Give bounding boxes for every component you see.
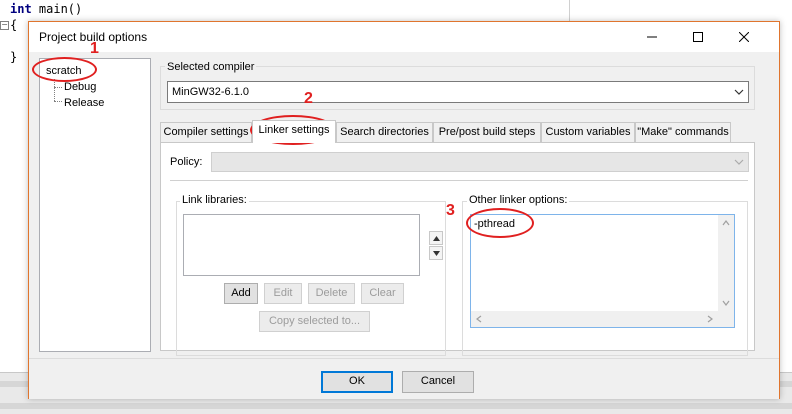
maximize-button[interactable] bbox=[675, 22, 721, 52]
tree-item-release[interactable]: Release bbox=[64, 97, 104, 109]
move-up-button[interactable] bbox=[429, 231, 443, 245]
code-text: main() bbox=[31, 2, 83, 16]
scroll-right-icon bbox=[707, 315, 713, 323]
arrow-up-icon bbox=[432, 235, 440, 241]
tab-search-directories[interactable]: Search directories bbox=[336, 122, 433, 142]
cancel-button[interactable]: Cancel bbox=[402, 371, 474, 393]
selected-compiler-label: Selected compiler bbox=[165, 61, 257, 73]
linker-settings-panel: Policy: Link libraries: Add Edit Delete … bbox=[160, 142, 755, 356]
policy-label: Policy: bbox=[170, 156, 203, 168]
clear-button[interactable]: Clear bbox=[361, 283, 404, 304]
close-button[interactable] bbox=[721, 22, 767, 52]
other-linker-options-label: Other linker options: bbox=[467, 194, 570, 206]
tree-connector bbox=[54, 79, 55, 101]
editor-margin-line bbox=[569, 0, 570, 22]
fold-icon[interactable]: − bbox=[0, 21, 9, 30]
delete-button[interactable]: Delete bbox=[308, 283, 355, 304]
compiler-select[interactable]: MinGW32-6.1.0 bbox=[167, 81, 749, 103]
ok-button[interactable]: OK bbox=[321, 371, 393, 393]
code-line-3: } bbox=[10, 50, 18, 64]
project-build-options-dialog: Project build options scratch Debug Rele… bbox=[28, 21, 780, 399]
minimize-icon bbox=[647, 36, 657, 38]
tab-custom-variables[interactable]: Custom variables bbox=[541, 122, 635, 142]
maximize-icon bbox=[693, 32, 703, 42]
separator bbox=[170, 180, 748, 181]
policy-select bbox=[211, 152, 749, 172]
code-line-1: int main() bbox=[10, 2, 82, 16]
tab-pre-post-build-steps[interactable]: Pre/post build steps bbox=[433, 122, 541, 142]
code-line-2: { bbox=[10, 18, 18, 32]
vertical-scrollbar[interactable] bbox=[718, 215, 734, 311]
scroll-up-icon bbox=[722, 220, 730, 226]
move-down-button[interactable] bbox=[429, 246, 443, 260]
tree-connector bbox=[54, 87, 62, 88]
copy-selected-button[interactable]: Copy selected to... bbox=[259, 311, 370, 332]
link-libraries-label: Link libraries: bbox=[180, 194, 249, 206]
target-tree[interactable]: scratch Debug Release bbox=[39, 58, 151, 352]
horizontal-scrollbar[interactable] bbox=[471, 311, 718, 327]
link-libraries-list[interactable] bbox=[183, 214, 420, 276]
annotation-number-1: 1 bbox=[90, 40, 99, 57]
compiler-value: MinGW32-6.1.0 bbox=[172, 86, 250, 98]
add-button[interactable]: Add bbox=[224, 283, 258, 304]
tree-connector bbox=[54, 101, 62, 102]
minimize-button[interactable] bbox=[629, 22, 675, 52]
chevron-down-icon bbox=[730, 153, 748, 171]
edit-button[interactable]: Edit bbox=[264, 283, 302, 304]
tab-compiler-settings[interactable]: Compiler settings bbox=[160, 122, 252, 142]
tab-linker-settings[interactable]: Linker settings bbox=[252, 120, 336, 143]
bottom-lane bbox=[0, 403, 792, 409]
scroll-down-icon bbox=[722, 300, 730, 306]
annotation-ellipse-1 bbox=[32, 57, 97, 82]
scrollbar-corner bbox=[718, 311, 734, 327]
annotation-number-3: 3 bbox=[446, 202, 455, 219]
scroll-left-icon bbox=[476, 315, 482, 323]
chevron-down-icon bbox=[730, 82, 748, 102]
arrow-down-icon bbox=[432, 250, 440, 256]
title-bar[interactable]: Project build options bbox=[29, 22, 779, 52]
tree-item-debug[interactable]: Debug bbox=[64, 81, 96, 93]
annotation-ellipse-3 bbox=[466, 208, 534, 238]
keyword-int: int bbox=[10, 2, 32, 16]
annotation-number-2: 2 bbox=[304, 90, 313, 107]
close-icon bbox=[739, 32, 749, 42]
tab-make-commands[interactable]: "Make" commands bbox=[635, 122, 731, 142]
